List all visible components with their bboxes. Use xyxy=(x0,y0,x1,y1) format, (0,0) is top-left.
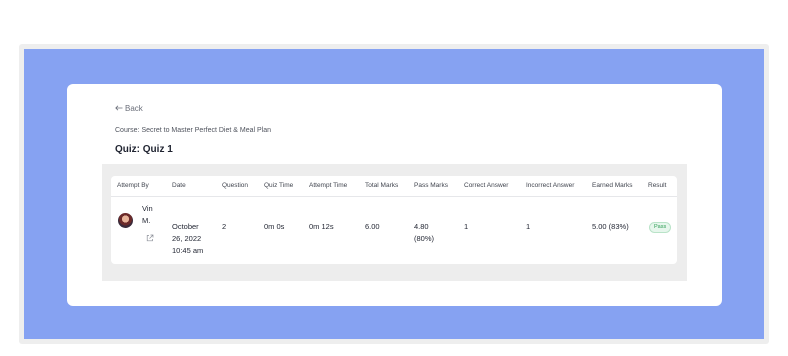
col-date: Date xyxy=(172,182,186,189)
col-total-marks: Total Marks xyxy=(365,182,399,189)
avatar xyxy=(118,213,133,228)
col-correct-answer: Correct Answer xyxy=(464,182,509,189)
total-marks: 6.00 xyxy=(365,222,380,231)
page-title: Quiz: Quiz 1 xyxy=(115,144,173,155)
col-incorrect-answer: Incorrect Answer xyxy=(526,182,575,189)
table-header: Attempt By Date Question Quiz Time Attem… xyxy=(111,176,677,197)
col-attempt-time: Attempt Time xyxy=(309,182,348,189)
question-count: 2 xyxy=(222,222,227,231)
back-link[interactable]: Back xyxy=(115,104,143,113)
col-attempt-by: Attempt By xyxy=(117,182,149,189)
col-earned-marks: Earned Marks xyxy=(592,182,633,189)
table-row: Vin M. October 26, 2022 10:45 am 2 0m 0s… xyxy=(111,197,677,264)
incorrect-answer: 1 xyxy=(526,222,531,231)
course-label: Course: Secret to Master Perfect Diet & … xyxy=(115,127,272,134)
correct-answer: 1 xyxy=(464,222,469,231)
pass-marks: 4.80 (80%) xyxy=(414,222,435,243)
external-link-icon[interactable] xyxy=(146,229,154,242)
attempt-date: October 26, 2022 10:45 am xyxy=(172,222,204,255)
col-question: Question xyxy=(222,182,249,189)
earned-marks: 5.00 (83%) xyxy=(592,222,629,231)
col-pass-marks: Pass Marks xyxy=(414,182,448,189)
attempt-time: 0m 12s xyxy=(309,222,334,231)
col-result: Result xyxy=(648,182,667,189)
quiz-time: 0m 0s xyxy=(264,222,285,231)
col-quiz-time: Quiz Time xyxy=(264,182,294,189)
status-badge: Pass xyxy=(649,222,672,233)
arrow-left-icon xyxy=(115,104,123,113)
attempt-by-name[interactable]: Vin M. xyxy=(142,203,153,227)
attempts-table: Attempt By Date Question Quiz Time Attem… xyxy=(111,176,677,264)
back-label: Back xyxy=(125,104,143,113)
